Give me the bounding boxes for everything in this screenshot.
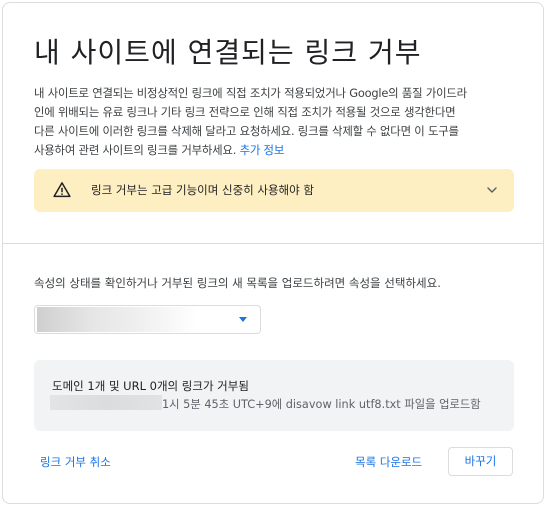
- property-prompt: 속성의 상태를 확인하거나 거부된 링크의 새 목록을 업로드하려면 속성을 선…: [34, 276, 441, 290]
- disavow-status-panel: 도메인 1개 및 URL 0개의 링크가 거부됨 1시 5분 45초 UTC+9…: [34, 360, 514, 431]
- status-summary: 도메인 1개 및 URL 0개의 링크가 거부됨: [52, 379, 249, 393]
- warning-banner[interactable]: 링크 거부는 고급 기능이며 신중히 사용해야 함: [34, 169, 514, 212]
- section-divider: [2, 243, 544, 244]
- warning-text: 링크 거부는 고급 기능이며 신중히 사용해야 함: [91, 183, 314, 197]
- redacted-date: [50, 395, 162, 410]
- download-list-button[interactable]: 목록 다운로드: [355, 454, 422, 470]
- property-select-value: [37, 307, 197, 332]
- change-button[interactable]: 바꾸기: [448, 447, 513, 476]
- description: 내 사이트로 연결되는 비정상적인 링크에 직접 조치가 적용되었거나 Goog…: [34, 84, 518, 160]
- chevron-down-icon[interactable]: [484, 182, 500, 198]
- description-line: 내 사이트로 연결되는 비정상적인 링크에 직접 조치가 적용되었거나 Goog…: [34, 86, 467, 100]
- dropdown-arrow-icon: [239, 317, 247, 322]
- description-line: 다른 사이트에 이러한 링크를 삭제해 달라고 요청하세요. 링크를 삭제할 수…: [34, 124, 459, 138]
- upload-info: 1시 5분 45초 UTC+9에 disavow link utf8.txt 파…: [162, 398, 481, 411]
- learn-more-link[interactable]: 추가 정보: [240, 143, 285, 157]
- property-select[interactable]: [34, 305, 261, 334]
- page-title: 내 사이트에 연결되는 링크 거부: [34, 36, 422, 69]
- description-line: 인에 위배되는 유료 링크나 기타 링크 전략으로 인해 직접 조치가 적용될 …: [34, 105, 456, 119]
- cancel-disavow-button[interactable]: 링크 거부 취소: [40, 454, 111, 470]
- warning-triangle-icon: [53, 182, 71, 198]
- description-line: 사용하여 관련 사이트의 링크를 거부하세요.: [34, 143, 237, 157]
